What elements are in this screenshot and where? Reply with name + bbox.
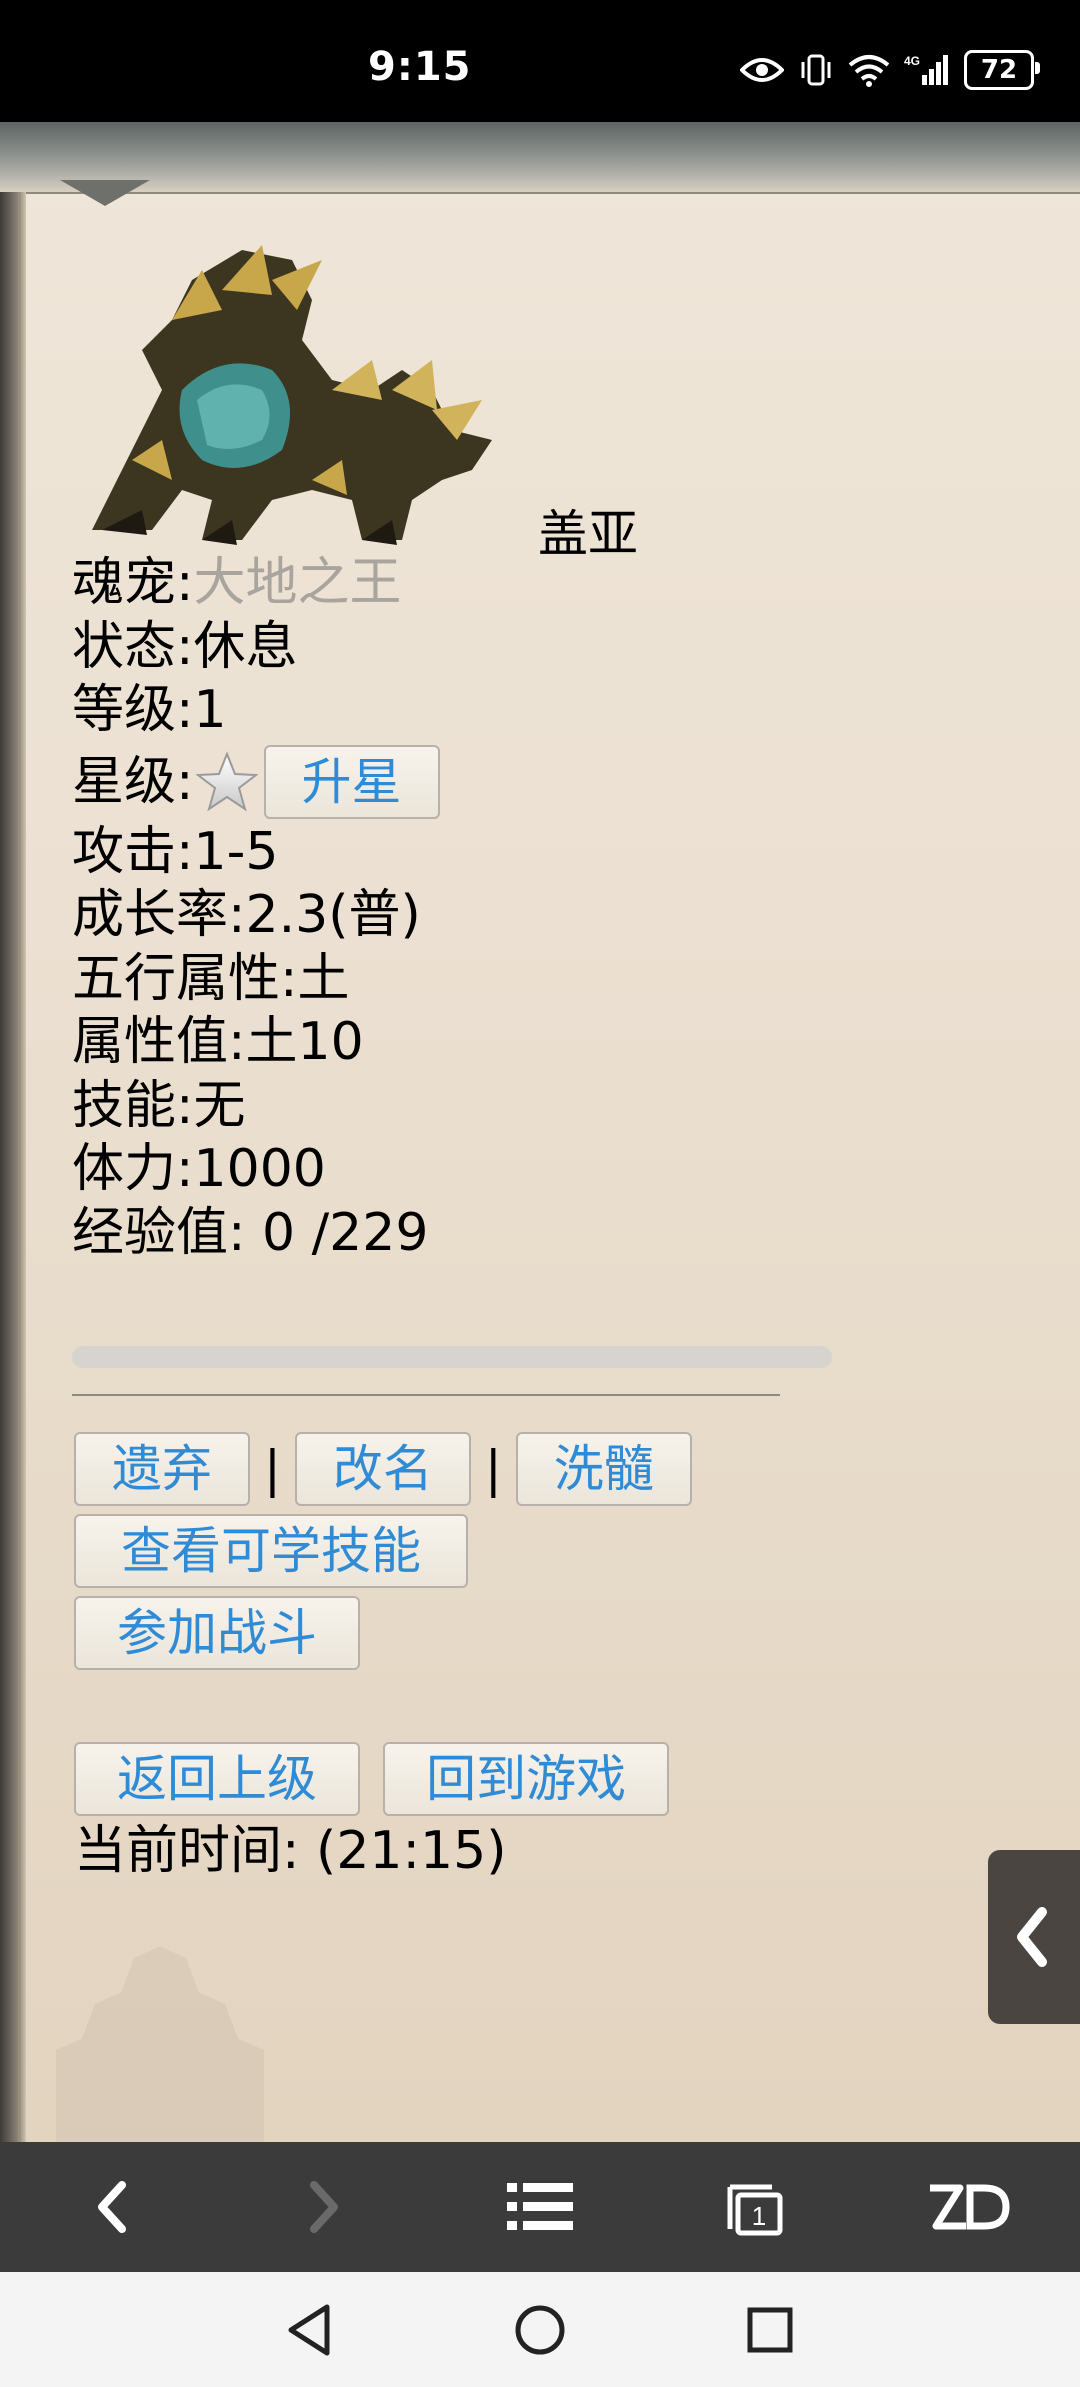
- system-back-button[interactable]: [250, 2272, 370, 2387]
- zd-logo-button[interactable]: [908, 2142, 1028, 2272]
- browser-toolbar: 1: [0, 2142, 1080, 2272]
- status-time: 9:15: [368, 44, 472, 90]
- level-row: 等级:1: [72, 680, 227, 740]
- action-row-4: 返回上级 回到游戏: [74, 1742, 692, 1818]
- chevron-left-icon: [98, 2181, 126, 2233]
- soul-value: 大地之王: [193, 553, 402, 613]
- state-row: 状态:休息: [72, 616, 298, 677]
- system-home-button[interactable]: [480, 2272, 600, 2387]
- growth-row: 成长率:2.3(普): [72, 885, 421, 945]
- cell-signal-icon: 4G: [904, 54, 948, 85]
- star-row: 星级: 升星: [72, 743, 972, 821]
- join-battle-button[interactable]: 参加战斗: [74, 1596, 360, 1670]
- element-value-row: 属性值:土10: [72, 1012, 364, 1072]
- rename-button[interactable]: 改名: [294, 1432, 471, 1506]
- back-button[interactable]: 返回上级: [74, 1742, 360, 1816]
- pet-info: 魂宠:大地之王 状态:休息 等级:1 星级: 升星 攻击:1-5 成长率:2.3…: [72, 552, 972, 1265]
- tabs-icon: 1: [727, 2184, 783, 2236]
- soul-row: 魂宠:大地之王: [72, 552, 972, 616]
- zd-logo-icon: [930, 2184, 1010, 2230]
- system-nav-bar: [0, 2272, 1080, 2387]
- star-icon: [195, 750, 258, 811]
- chevron-left-icon: [1017, 1907, 1047, 1967]
- battery-level: 72: [980, 55, 1018, 85]
- status-bar: 9:15 4G 72: [0, 0, 1080, 122]
- soul-label: 魂宠:: [72, 553, 194, 613]
- stamina-row: 体力:1000: [72, 1139, 326, 1199]
- decorative-top-frame: [0, 122, 1080, 206]
- wifi-icon: [848, 55, 890, 87]
- forward-nav-button[interactable]: [264, 2142, 384, 2272]
- status-icons: 4G 72: [740, 48, 1040, 92]
- decorative-pagoda: [56, 1946, 264, 2142]
- action-row-2: 查看可学技能: [74, 1514, 692, 1596]
- svg-text:1: 1: [752, 2201, 766, 2231]
- current-time: 当前时间: (21:15): [74, 1821, 507, 1881]
- element-row: 五行属性:土: [72, 948, 350, 1009]
- exp-row: 经验值: 0 /229: [72, 1202, 429, 1263]
- triangle-back-icon: [288, 2304, 330, 2355]
- eye-icon: [740, 58, 784, 82]
- battery-icon: 72: [964, 50, 1040, 90]
- exp-progress-bar: [72, 1346, 832, 1368]
- abandon-button[interactable]: 遗弃: [74, 1432, 250, 1506]
- return-game-button[interactable]: 回到游戏: [383, 1742, 670, 1816]
- separator: |: [484, 1440, 502, 1498]
- page-content: 盖亚 魂宠:大地之王 状态:休息 等级:1 星级: 升星 攻击:1-5 成长率:…: [0, 122, 1080, 2142]
- side-panel-toggle[interactable]: [988, 1850, 1080, 2024]
- action-row-1: 遗弃 | 改名 | 洗髓: [74, 1432, 692, 1514]
- list-menu-icon: [507, 2183, 573, 2230]
- star-label: 星级:: [72, 751, 194, 812]
- decorative-left-border: [0, 192, 26, 2142]
- menu-button[interactable]: [480, 2142, 600, 2272]
- divider: [72, 1394, 780, 1396]
- system-recents-button[interactable]: [710, 2272, 830, 2387]
- chevron-right-icon: [310, 2181, 338, 2233]
- vibrate-icon: [801, 54, 831, 86]
- circle-home-icon: [515, 2305, 565, 2354]
- pet-image: [92, 245, 492, 545]
- reset-button[interactable]: 洗髓: [515, 1432, 692, 1506]
- actions: 遗弃 | 改名 | 洗髓 查看可学技能 参加战斗 返回上级 回到游戏 当前时间: (21…: [74, 1432, 692, 1884]
- view-skills-button[interactable]: 查看可学技能: [74, 1514, 468, 1588]
- back-nav-button[interactable]: [52, 2142, 172, 2272]
- square-recents-icon: [747, 2307, 793, 2352]
- attack-row: 攻击:1-5: [72, 821, 279, 882]
- star-up-button[interactable]: 升星: [263, 744, 440, 819]
- skill-row: 技能:无: [72, 1075, 246, 1136]
- action-row-3: 参加战斗: [74, 1596, 692, 1742]
- svg-text:4G: 4G: [904, 54, 920, 68]
- tabs-button[interactable]: 1: [694, 2142, 814, 2272]
- separator: |: [264, 1440, 281, 1498]
